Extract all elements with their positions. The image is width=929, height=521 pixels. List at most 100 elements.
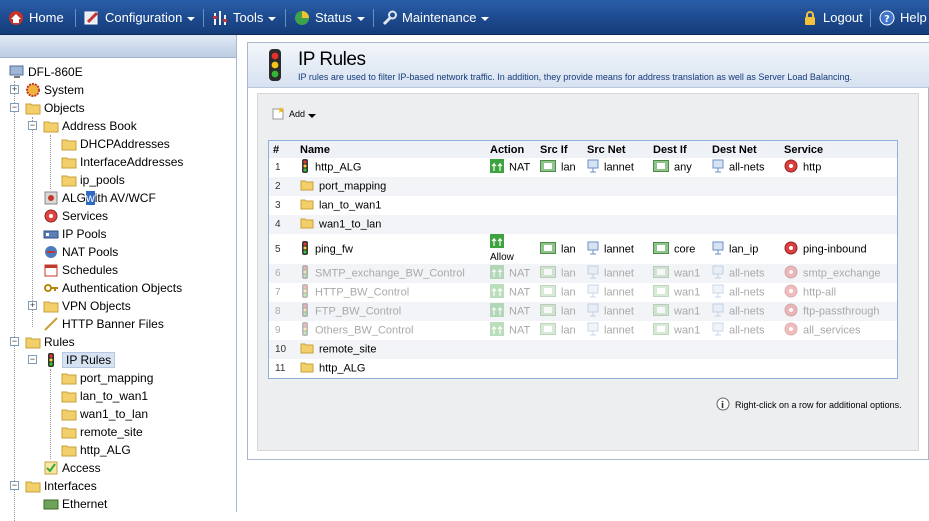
tree-item-vpn-objects[interactable]: VPN Objects [43,297,131,315]
menu-tools[interactable]: Tools [212,0,277,35]
column-header-action[interactable]: Action [486,141,536,158]
column-header-dest-if[interactable]: Dest If [649,141,708,158]
rule-number: 8 [275,306,281,317]
rule-service-text: http [803,161,822,174]
folder-icon [300,178,314,195]
tree-item-objects[interactable]: Objects [25,99,85,117]
tree-item-authentication-objects[interactable]: Authentication Objects [43,279,182,297]
column-header-dest-net[interactable]: Dest Net [708,141,780,158]
rule-name: wan1_to_lan [296,215,486,234]
key-icon [43,280,59,296]
rule-action: NAT [486,158,536,177]
interface-icon [540,241,556,257]
table-row[interactable]: 11 http_ALG [269,359,897,378]
service-icon [784,241,798,258]
menu-separator [870,9,871,27]
rule-dest-if-text: wan1 [674,286,701,299]
tree-item-device[interactable]: DFL-860E [9,63,83,81]
menu-maintenance[interactable]: Maintenance [381,0,490,35]
menu-configuration[interactable]: Configuration [84,0,196,35]
menu-logout[interactable]: Logout [802,0,863,35]
expand-toggle[interactable]: + [28,301,37,310]
rules-content-area: Add # Name Action Src If Src Net Dest If… [257,93,919,451]
tree-line [50,135,51,189]
column-header-src-net[interactable]: Src Net [583,141,649,158]
rule-dest-net-text: all-nets [729,305,765,318]
menu-configuration-label: Configuration [105,10,183,25]
rule-src-if-text: lan [561,305,576,318]
interface-icon [653,323,669,338]
tree-item-lan-to-wan1[interactable]: lan_to_wan1 [61,387,148,405]
collapse-toggle[interactable]: − [10,337,19,346]
chevron-down-icon [268,17,277,21]
tree-item-interfaces[interactable]: Interfaces [25,477,97,495]
table-row[interactable]: 5 ping_fw Allow lan lannet core lan_ip ping-inb… [269,234,897,264]
tree-item-ip-pools[interactable]: IP Pools [43,225,106,243]
column-header-name[interactable]: Name [296,141,486,158]
tree-item-ip-rules[interactable]: IP Rules [43,351,116,369]
table-row[interactable]: 10 remote_site [269,340,897,359]
table-row[interactable]: 1 http_ALG NAT lan lannet any all-nets http [269,158,897,177]
tree-item-schedules[interactable]: Schedules [43,261,118,279]
collapse-toggle[interactable]: − [28,355,37,364]
interface-icon [653,160,669,175]
rule-src-if [536,340,583,359]
table-row[interactable]: 4 wan1_to_lan [269,215,897,234]
tree-item-http-banner-files[interactable]: HTTP Banner Files [43,315,164,333]
tree-item-address-book[interactable]: Address Book [43,117,137,135]
network-icon [587,159,599,176]
rule-action [486,177,536,196]
rule-dest-net-text: all-nets [729,324,765,337]
network-icon [587,241,599,258]
tree-item-ethernet[interactable]: Ethernet [43,495,107,513]
tree-item-port-mapping[interactable]: port_mapping [61,369,153,387]
interface-icon [540,266,556,281]
table-row[interactable]: 3 lan_to_wan1 [269,196,897,215]
add-button[interactable]: Add [272,106,317,122]
nat-icon [490,159,504,176]
table-row[interactable]: 2 port_mapping [269,177,897,196]
expand-toggle[interactable]: + [10,85,19,94]
table-row[interactable]: 7 HTTP_BW_Control NAT lan lannet wan1 all-nets… [269,283,897,302]
rule-src-if-text: lan [561,267,576,280]
collapse-toggle[interactable]: − [10,481,19,490]
collapse-toggle[interactable]: − [10,103,19,112]
folder-icon [61,406,77,422]
menu-home[interactable]: Home [8,0,64,35]
rule-dest-if [649,177,708,196]
tree-item-alg-av-wcf[interactable]: ALG w ith AV/WCF [43,189,156,207]
table-header-row: # Name Action Src If Src Net Dest If Des… [269,141,897,158]
table-row[interactable]: 8 FTP_BW_Control NAT lan lannet wan1 all-nets f… [269,302,897,321]
tree-item-access[interactable]: Access [43,459,101,477]
folder-icon [61,388,77,404]
add-icon [272,106,286,122]
nat-icon [490,265,504,282]
menu-separator [285,9,286,27]
menu-help[interactable]: ? Help [879,0,927,35]
tree-item-ip-pools-folder[interactable]: ip_pools [61,171,125,189]
nat-icon [490,303,504,320]
tree-item-system[interactable]: System [25,81,84,99]
rule-name-text: http_ALG [315,161,362,174]
table-row[interactable]: 6 SMTP_exchange_BW_Control NAT lan lannet wan… [269,264,897,283]
column-header-service[interactable]: Service [780,141,897,158]
folder-icon [300,216,314,233]
tree-item-label: Ethernet [62,497,108,511]
tree-item-http-alg[interactable]: http_ALG [61,441,131,459]
tree-item-services[interactable]: Services [43,207,108,225]
rule-src-net [583,215,649,234]
column-header-src-if[interactable]: Src If [536,141,583,158]
column-header-number[interactable]: # [269,141,296,158]
rule-name-text: port_mapping [319,180,387,193]
tree-item-interface-addresses[interactable]: InterfaceAddresses [61,153,183,171]
tree-item-nat-pools[interactable]: NAT Pools [43,243,118,261]
tree-item-rules[interactable]: Rules [25,333,75,351]
table-row[interactable]: 9 Others_BW_Control NAT lan lannet wan1 all-ne… [269,321,897,340]
tree-item-dhcp-addresses[interactable]: DHCPAddresses [61,135,170,153]
menu-status[interactable]: Status [294,0,365,35]
rule-name: Others_BW_Control [296,321,486,340]
tree-item-remote-site[interactable]: remote_site [61,423,143,441]
tree-item-wan1-to-lan[interactable]: wan1_to_lan [61,405,148,423]
collapse-toggle[interactable]: − [28,121,37,130]
rule-src-net-text: lannet [604,305,634,318]
